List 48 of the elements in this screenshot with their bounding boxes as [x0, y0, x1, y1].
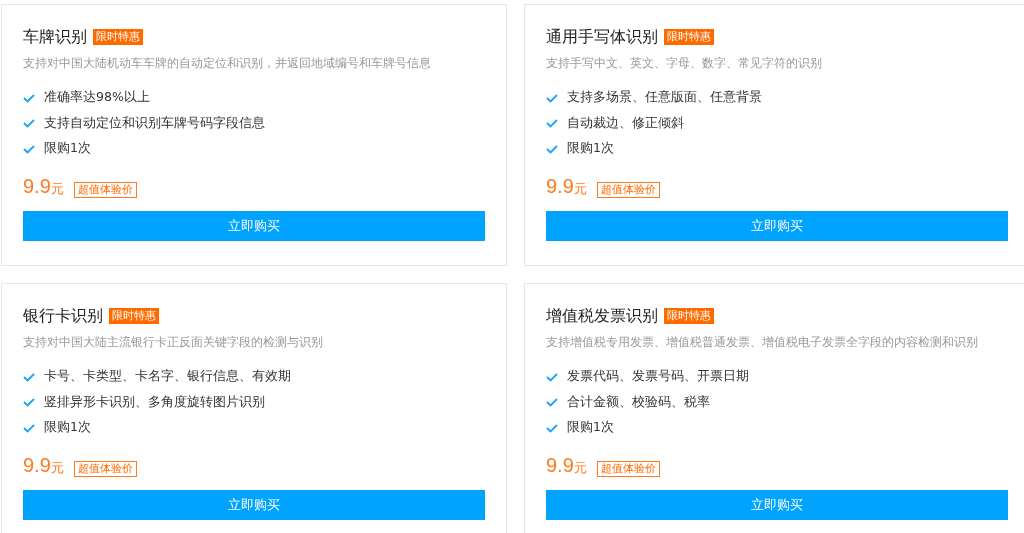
check-icon [23, 143, 35, 154]
promo-badge: 限时特惠 [664, 308, 714, 324]
feature-text: 限购1次 [567, 140, 614, 158]
feature-text: 限购1次 [567, 419, 614, 437]
feature-text: 卡号、卡类型、卡名字、银行信息、有效期 [44, 368, 291, 386]
price: 9.9元 [546, 174, 587, 198]
card-description: 支持对中国大陆主流银行卡正反面关键字段的检测与识别 [23, 334, 324, 351]
check-icon [546, 422, 558, 433]
check-icon [546, 143, 558, 154]
price: 9.9元 [546, 453, 587, 477]
buy-button[interactable]: 立即购买 [546, 210, 1008, 241]
promo-badge: 限时特惠 [664, 29, 714, 45]
buy-button[interactable]: 立即购买 [23, 489, 485, 520]
feature-text: 自动裁边、修正倾斜 [567, 114, 684, 132]
buy-button[interactable]: 立即购买 [546, 489, 1008, 520]
check-icon [546, 371, 558, 382]
card-description: 支持手写中文、英文、字母、数字、常见字符的识别 [546, 55, 823, 72]
feature-text: 支持自动定位和识别车牌号码字段信息 [44, 114, 265, 132]
promo-badge: 限时特惠 [93, 29, 143, 45]
check-icon [23, 422, 35, 433]
price-tag: 超值体验价 [73, 460, 137, 477]
feature-text: 限购1次 [44, 140, 91, 158]
price-tag: 超值体验价 [596, 181, 660, 198]
feature-text: 合计金额、校验码、税率 [567, 393, 710, 411]
check-icon [546, 118, 558, 129]
price: 9.9元 [23, 453, 64, 477]
card-title: 通用手写体识别 [546, 26, 658, 48]
promo-badge: 限时特惠 [109, 308, 159, 324]
check-icon [23, 371, 35, 382]
card-description: 支持增值税专用发票、增值税普通发票、增值税电子发票全字段的内容检测和识别 [546, 334, 979, 351]
card-title: 增值税发票识别 [546, 305, 658, 327]
price: 9.9元 [23, 174, 64, 198]
price-tag: 超值体验价 [596, 460, 660, 477]
check-icon [23, 397, 35, 408]
feature-text: 限购1次 [44, 419, 91, 437]
check-icon [23, 118, 35, 129]
card-description: 支持对中国大陆机动车车牌的自动定位和识别，并返回地域编号和车牌号信息 [23, 55, 432, 72]
price-tag: 超值体验价 [73, 181, 137, 198]
feature-text: 准确率达98%以上 [44, 89, 150, 107]
check-icon [546, 397, 558, 408]
check-icon [546, 92, 558, 103]
card-title: 车牌识别 [23, 26, 87, 48]
check-icon [23, 92, 35, 103]
buy-button[interactable]: 立即购买 [23, 210, 485, 241]
card-title: 银行卡识别 [23, 305, 103, 327]
feature-text: 发票代码、发票号码、开票日期 [567, 368, 749, 386]
feature-text: 竖排异形卡识别、多角度旋转图片识别 [44, 393, 265, 411]
feature-text: 支持多场景、任意版面、任意背景 [567, 89, 762, 107]
